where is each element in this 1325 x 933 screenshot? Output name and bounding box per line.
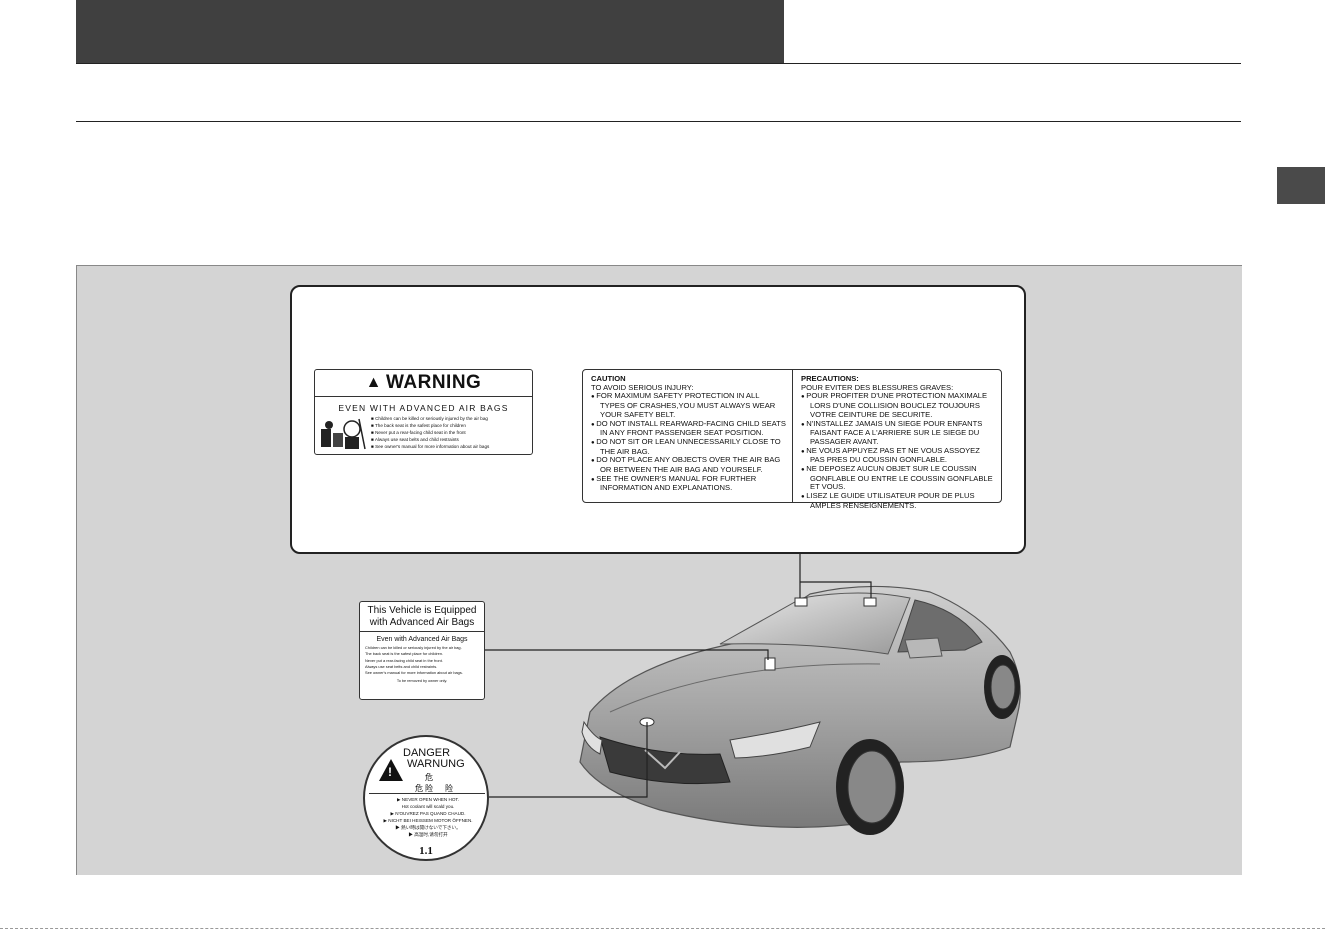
cap-line: ▶ 熱い時は開けないで下さい。: [395, 825, 461, 830]
cap-line: ▶ 高温时,请勿打开: [408, 832, 448, 837]
hood-label-title: This Vehicle is Equipped with Advanced A…: [360, 602, 484, 632]
cap-pressure-number: 1.1: [419, 845, 433, 857]
hood-label-footer: To be removed by owner only.: [396, 679, 448, 684]
cap-line: Hot coolant will scald you.: [401, 804, 455, 809]
cap-line: ▶ N'OUVREZ PAS QUAND CHAUD.: [390, 811, 466, 816]
cap-divider: [369, 793, 485, 794]
cap-line: ▶ NICHT BEI HEISSEM MOTOR ÖFFNEN.: [383, 818, 473, 823]
cap-warnung-text: WARNUNG: [407, 758, 465, 770]
hood-label-subtitle: Even with Advanced Air Bags: [376, 636, 468, 643]
danger-triangle-icon: !: [379, 759, 403, 781]
cap-line: ▶ NEVER OPEN WHEN HOT.: [397, 797, 459, 802]
hood-label-line: See owner's manual for more information …: [365, 670, 463, 676]
callout-connectors: [485, 554, 872, 798]
radiator-cap-label: ! DANGER WARNUNG 危险 危险 ▶ NEVER OPEN WHEN…: [363, 735, 489, 861]
advanced-airbag-hood-label: This Vehicle is Equipped with Advanced A…: [359, 601, 485, 700]
